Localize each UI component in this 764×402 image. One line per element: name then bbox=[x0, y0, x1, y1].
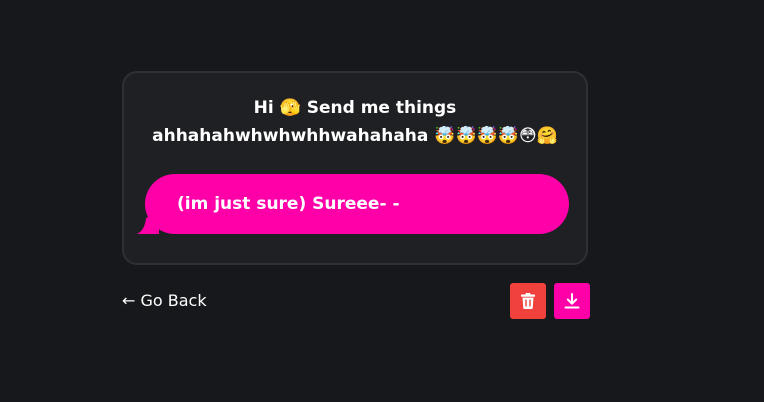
message-card: Hi 🫣 Send me things ahhahahwhwhwhhwahaha… bbox=[122, 71, 588, 265]
reply-text: (im just sure) Sureee- - bbox=[177, 194, 400, 214]
prompt-text: Hi 🫣 Send me things ahhahahwhwhwhhwahaha… bbox=[152, 98, 558, 146]
delete-button[interactable] bbox=[510, 283, 546, 319]
reply-bubble: (im just sure) Sureee- - bbox=[137, 174, 569, 234]
bubble-tail bbox=[137, 214, 159, 234]
download-icon bbox=[564, 293, 580, 309]
download-button[interactable] bbox=[554, 283, 590, 319]
trash-icon bbox=[521, 293, 535, 309]
go-back-link[interactable]: ← Go Back bbox=[122, 290, 207, 312]
